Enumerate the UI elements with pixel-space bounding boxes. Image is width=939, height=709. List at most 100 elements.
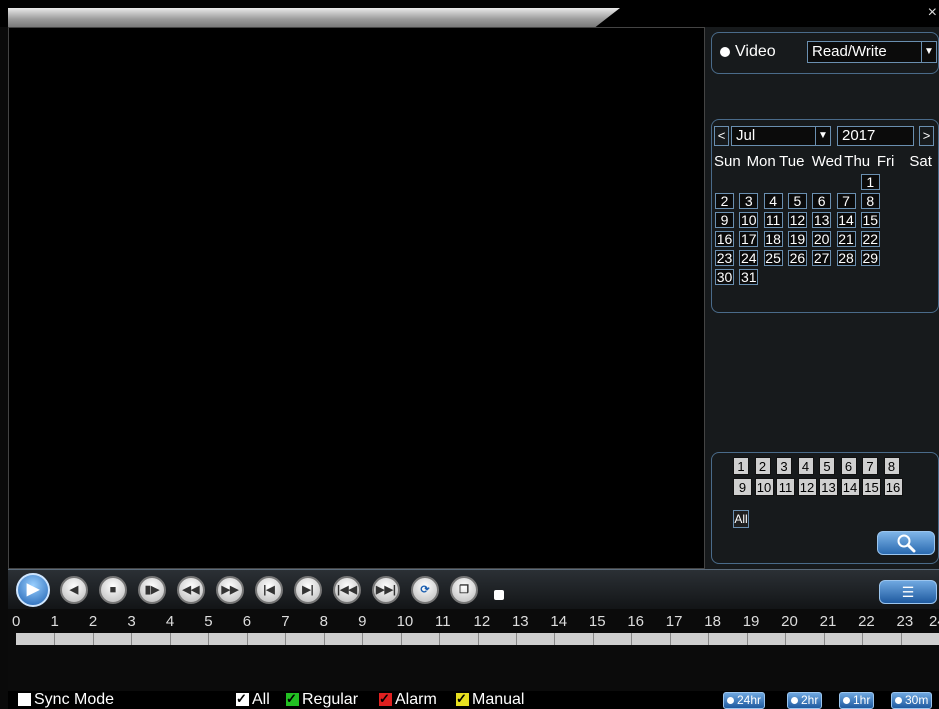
source-panel: Video Read/Write ▼: [711, 32, 939, 74]
calendar-day[interactable]: 13: [812, 212, 832, 228]
calendar-day[interactable]: 16: [715, 231, 734, 247]
timeline-tick: [131, 633, 133, 645]
calendar-day[interactable]: 20: [812, 231, 832, 247]
calendar-day[interactable]: 15: [860, 212, 880, 228]
file-list-button[interactable]: ☰: [879, 580, 937, 604]
channel-button[interactable]: 12: [797, 478, 817, 496]
zoom-button[interactable]: 30m: [891, 692, 933, 709]
calendar-day[interactable]: 6: [812, 193, 832, 209]
year-input[interactable]: 2017: [837, 126, 914, 146]
timeline-tick: [246, 633, 248, 645]
channel-button[interactable]: 3: [776, 457, 792, 475]
timeline-hour-label: 15: [588, 613, 606, 630]
channel-button[interactable]: 1: [733, 457, 749, 475]
calendar-day[interactable]: 8: [860, 193, 880, 209]
channel-button[interactable]: 8: [883, 457, 900, 475]
calendar-day[interactable]: 1: [860, 174, 880, 190]
channel-button[interactable]: 16: [883, 478, 903, 496]
play-button[interactable]: ▶: [16, 573, 50, 607]
playback-control-button[interactable]: ◀: [60, 576, 88, 604]
stop-indicator: [494, 590, 504, 600]
playback-control-button[interactable]: |◀: [255, 576, 283, 604]
calendar-day[interactable]: 29: [860, 250, 880, 266]
timeline-tick: [285, 633, 287, 645]
channel-button[interactable]: 9: [733, 478, 752, 496]
zoom-button[interactable]: 1hr: [839, 692, 875, 709]
channel-button[interactable]: 13: [819, 478, 838, 496]
calendar-day[interactable]: 28: [836, 250, 856, 266]
playback-control-button[interactable]: ▶|: [294, 576, 322, 604]
calendar-day[interactable]: 24: [739, 250, 759, 266]
calendar-day[interactable]: 27: [812, 250, 832, 266]
timeline-tick: [862, 633, 864, 645]
channel-button[interactable]: 14: [840, 478, 860, 496]
calendar-day[interactable]: 26: [787, 250, 807, 266]
channel-button[interactable]: 11: [776, 478, 795, 496]
timeline-bar[interactable]: [16, 633, 939, 645]
calendar-day[interactable]: 4: [763, 193, 783, 209]
regular-checkbox[interactable]: Regular: [286, 690, 358, 709]
timeline-tick: [554, 633, 556, 645]
video-preview[interactable]: [8, 27, 705, 569]
video-radio[interactable]: Video: [720, 43, 776, 61]
chevron-down-icon[interactable]: ▼: [921, 42, 936, 62]
channel-button[interactable]: 15: [862, 478, 881, 496]
calendar-day[interactable]: 23: [715, 250, 734, 266]
zoom-button[interactable]: 24hr: [723, 692, 766, 709]
calendar-day[interactable]: 17: [739, 231, 759, 247]
close-icon[interactable]: ×: [928, 4, 937, 22]
channel-button[interactable]: 5: [819, 457, 835, 475]
calendar-day[interactable]: 3: [739, 193, 759, 209]
mode-select-value: Read/Write: [812, 43, 887, 60]
month-select[interactable]: Jul ▼: [731, 126, 831, 146]
playback-control-button[interactable]: ◀◀: [177, 576, 205, 604]
playback-control-button[interactable]: ⟳: [411, 576, 439, 604]
radio-dot-icon: [843, 697, 850, 705]
calendar-day[interactable]: 10: [739, 212, 759, 228]
calendar-day[interactable]: 21: [836, 231, 856, 247]
channel-button[interactable]: 2: [754, 457, 771, 475]
playback-control-button[interactable]: |◀◀: [333, 576, 361, 604]
calendar-day[interactable]: 12: [787, 212, 807, 228]
calendar-day[interactable]: 18: [763, 231, 783, 247]
alarm-checkbox[interactable]: Alarm: [379, 690, 437, 709]
calendar-day[interactable]: 31: [739, 269, 759, 285]
timeline-tick: [708, 633, 710, 645]
playback-control-button[interactable]: ▶▶|: [372, 576, 400, 604]
calendar-day[interactable]: 5: [787, 193, 807, 209]
channel-button[interactable]: 4: [797, 457, 814, 475]
calendar-day[interactable]: 9: [715, 212, 734, 228]
calendar-day[interactable]: 11: [763, 212, 783, 228]
mode-select[interactable]: Read/Write ▼: [807, 41, 937, 63]
all-label: All: [252, 691, 270, 708]
timeline-hour-label: 23: [896, 613, 914, 630]
calendar-day[interactable]: 25: [763, 250, 783, 266]
video-radio-label: Video: [735, 43, 776, 60]
calendar-day[interactable]: 7: [836, 193, 856, 209]
playback-control-button[interactable]: ❐: [450, 576, 478, 604]
sync-mode-checkbox[interactable]: Sync Mode: [18, 691, 114, 709]
timeline-tick: [746, 633, 748, 645]
calendar-day[interactable]: 19: [787, 231, 807, 247]
playback-control-button[interactable]: ■: [99, 576, 127, 604]
next-month-button[interactable]: >: [919, 126, 934, 146]
manual-checkbox[interactable]: Manual: [456, 690, 524, 709]
zoom-label: 24hr: [737, 693, 762, 707]
calendar-day[interactable]: 30: [715, 269, 734, 285]
playback-control-button[interactable]: ▶▶: [216, 576, 244, 604]
channel-all-button[interactable]: All: [733, 510, 749, 528]
search-button[interactable]: [877, 531, 935, 555]
timeline[interactable]: 0123456789101112131415161718192021222324: [8, 609, 939, 691]
zoom-button[interactable]: 2hr: [787, 692, 823, 709]
playback-control-button[interactable]: ▮▶: [138, 576, 166, 604]
calendar-day[interactable]: 14: [836, 212, 856, 228]
radio-dot-icon: [895, 697, 902, 705]
channel-button[interactable]: 10: [754, 478, 774, 496]
calendar-day[interactable]: 22: [860, 231, 880, 247]
calendar-day[interactable]: 2: [715, 193, 734, 209]
all-checkbox[interactable]: All: [236, 690, 270, 709]
prev-month-button[interactable]: <: [714, 126, 729, 146]
chevron-down-icon[interactable]: ▼: [815, 127, 830, 145]
channel-button[interactable]: 7: [862, 457, 878, 475]
channel-button[interactable]: 6: [840, 457, 857, 475]
